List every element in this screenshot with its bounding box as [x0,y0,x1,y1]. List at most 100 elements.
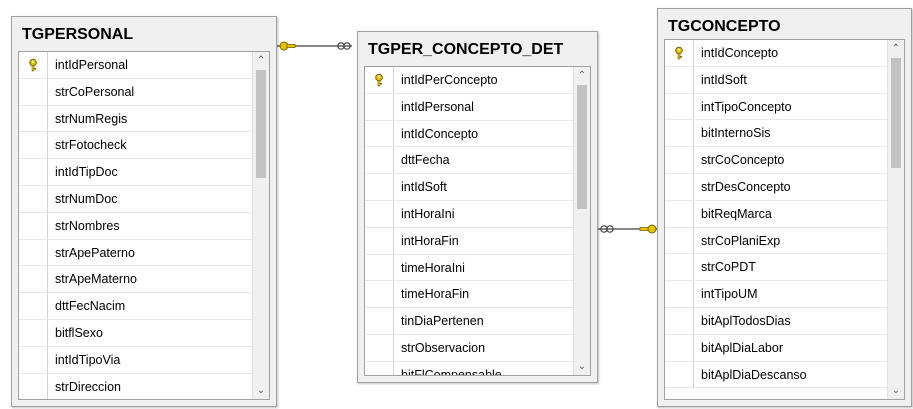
field-row[interactable]: intIdTipDoc [19,159,252,186]
row-gutter [365,120,394,147]
field-row[interactable]: strDireccion [19,373,252,399]
field-row[interactable]: strNumRegis [19,105,252,133]
row-gutter [665,227,694,254]
field-name: intIdTipoVia [55,352,121,367]
field-name: strApePaterno [55,245,135,260]
field-row[interactable]: strCoPDT [665,254,887,282]
row-gutter [365,67,394,93]
row-gutter [665,173,694,200]
field-list: intIdConcepto intIdSoft intTipoConcepto bit… [665,40,887,399]
field-name: tinDiaPertenen [401,314,484,329]
field-name: intIdTipDoc [55,165,118,180]
field-row[interactable]: bitAplDiaLabor [665,334,887,362]
field-row[interactable]: tinDiaPertenen [365,308,573,335]
key-icon [675,46,683,60]
field-row[interactable]: bitFlCompensable [365,361,573,375]
scrollbar-thumb[interactable] [577,85,587,209]
field-row[interactable]: dttFecha [365,147,573,175]
table-title: TGCONCEPTO [668,18,781,35]
field-row[interactable]: strCoPersonal [19,78,252,106]
row-gutter [365,334,394,361]
row-gutter [365,174,394,200]
field-row[interactable]: strCoPlaniExp [665,227,887,255]
row-gutter [19,159,48,185]
field-row[interactable]: strApeMaterno [19,266,252,294]
row-gutter [19,373,48,399]
row-gutter [665,361,694,388]
field-row[interactable]: intHoraFin [365,227,573,255]
scrollbar-thumb[interactable] [256,70,266,178]
field-row[interactable]: strNumDoc [19,185,252,213]
table-tgpersonal[interactable]: TGPERSONAL intIdPersonal strCoPersonal str… [11,16,277,407]
chevron-down-icon[interactable]: ⌄ [253,382,269,399]
table-tgconcepto[interactable]: TGCONCEPTO intIdConcepto intIdSoft intTipo… [657,8,912,407]
row-gutter [665,334,694,361]
field-row[interactable]: intTipoConcepto [665,93,887,121]
field-row[interactable]: dttFecNacim [19,293,252,320]
field-grid: intIdConcepto intIdSoft intTipoConcepto bit… [664,39,905,400]
field-row[interactable]: intIdPersonal [365,93,573,121]
row-gutter [19,52,48,78]
field-name: intIdSoft [701,72,747,87]
scrollbar[interactable]: ⌃ ⌄ [887,40,904,399]
key-icon [375,73,383,87]
field-row[interactable]: strFotocheck [19,132,252,160]
field-name: intTipoConcepto [701,99,792,114]
field-row[interactable]: intIdPersonal [19,52,252,79]
field-row[interactable]: intIdSoft [665,66,887,94]
field-name: bitAplTodosDias [701,313,791,328]
field-row[interactable]: intHoraIni [365,200,573,228]
field-grid: intIdPerConcepto intIdPersonal intIdConcep… [364,66,591,376]
field-name: strDesConcepto [701,179,791,194]
scrollbar[interactable]: ⌃ ⌄ [252,52,269,399]
field-list: intIdPerConcepto intIdPersonal intIdConcep… [365,67,573,375]
row-gutter [665,120,694,147]
field-row[interactable]: strApePaterno [19,239,252,267]
row-gutter [19,185,48,212]
row-gutter [19,319,48,346]
chevron-up-icon[interactable]: ⌃ [253,52,269,69]
field-name: strApeMaterno [55,272,137,287]
field-name: strCoPDT [701,260,756,275]
chevron-down-icon[interactable]: ⌄ [888,382,904,399]
row-gutter [665,307,694,334]
field-row[interactable]: intIdPerConcepto [365,67,573,94]
field-name: strObservacion [401,340,486,355]
field-row[interactable]: strCoConcepto [665,147,887,174]
row-gutter [19,105,48,132]
field-row[interactable]: timeHoraFin [365,281,573,309]
chevron-down-icon[interactable]: ⌄ [574,358,590,375]
field-row[interactable]: strObservacion [365,334,573,362]
field-row[interactable]: bitAplTodosDias [665,307,887,335]
row-gutter [365,93,394,120]
scrollbar[interactable]: ⌃ ⌄ [573,67,590,375]
scrollbar-thumb[interactable] [891,58,901,168]
field-row[interactable]: intTipoUM [665,281,887,308]
key-endpoint-icon [279,41,296,51]
field-row[interactable]: bitReqMarca [665,200,887,228]
field-row[interactable]: strNombres [19,212,252,240]
table-tgper-concepto-det[interactable]: TGPER_CONCEPTO_DET intIdPerConcepto intId… [357,31,598,383]
chevron-up-icon[interactable]: ⌃ [888,40,904,57]
field-row[interactable]: intIdTipoVia [19,346,252,374]
row-gutter [665,147,694,173]
field-name: bitAplDiaLabor [701,340,783,355]
field-name: strNumRegis [55,111,128,126]
field-row[interactable]: bitInternoSis [665,120,887,148]
field-row[interactable]: strDesConcepto [665,173,887,201]
field-grid: intIdPersonal strCoPersonal strNumRegis str… [18,51,270,400]
chevron-up-icon[interactable]: ⌃ [574,67,590,84]
field-row[interactable]: bitAplDiaDescanso [665,361,887,389]
field-name: bitAplDiaDescanso [701,367,807,382]
field-row[interactable]: intIdConcepto [365,120,573,148]
field-row[interactable]: timeHoraIni [365,254,573,282]
field-row[interactable]: intIdConcepto [665,40,887,67]
field-name: intHoraIni [401,206,455,221]
table-title: TGPERSONAL [22,26,134,43]
field-name: bitFlCompensable [401,367,502,375]
field-name: intIdPersonal [55,58,128,72]
row-gutter [365,308,394,334]
field-row[interactable]: bitflSexo [19,319,252,347]
field-name: intTipoUM [701,287,758,302]
field-row[interactable]: intIdSoft [365,174,573,201]
